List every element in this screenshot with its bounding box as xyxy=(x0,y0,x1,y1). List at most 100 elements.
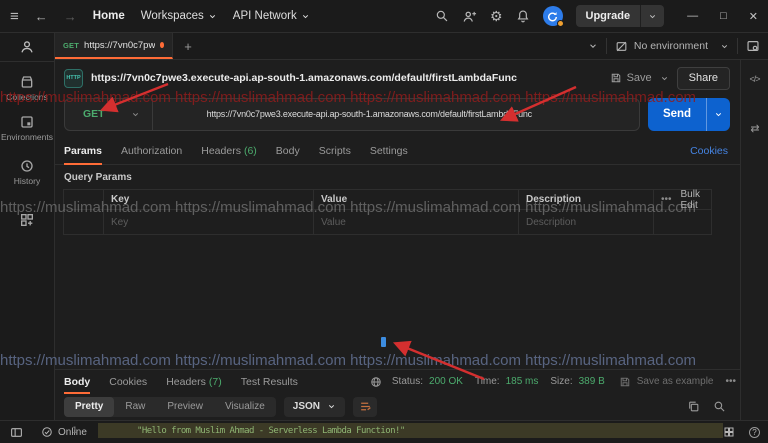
right-context-rail: </> ⇄ xyxy=(740,60,768,420)
cookies-link[interactable]: Cookies xyxy=(690,138,728,164)
response-tab-test-results[interactable]: Test Results xyxy=(241,370,298,393)
request-title[interactable]: https://7vn0c7pwe3.execute-api.ap-south-… xyxy=(91,72,517,84)
size-label: Size: xyxy=(550,376,572,387)
share-button[interactable]: Share xyxy=(677,67,730,90)
time-value[interactable]: 185 ms xyxy=(506,376,539,387)
search-response-icon[interactable] xyxy=(713,400,726,413)
window-close-button[interactable]: ✕ xyxy=(749,10,758,23)
toggle-sidebar-icon[interactable] xyxy=(10,426,23,439)
response-options-icon[interactable]: ••• xyxy=(725,376,736,387)
key-input[interactable]: Key xyxy=(104,210,314,234)
open-request-tab[interactable]: GET https://7vn0c7pwe3.ex xyxy=(55,33,173,59)
status-label: Status: xyxy=(392,376,423,387)
person-icon xyxy=(19,39,35,55)
collections-icon xyxy=(19,74,35,90)
upgrade-dropdown[interactable] xyxy=(640,5,664,27)
save-example-icon xyxy=(619,376,631,388)
value-input[interactable]: Value xyxy=(314,210,519,234)
check-circle-icon xyxy=(41,426,53,438)
profile-avatar[interactable] xyxy=(0,33,54,61)
view-preview[interactable]: Preview xyxy=(156,397,214,417)
description-input[interactable]: Description xyxy=(519,210,654,234)
upgrade-button[interactable]: Upgrade xyxy=(576,5,665,27)
settings-gear-icon[interactable]: ⚙ xyxy=(490,9,503,23)
no-environment-icon xyxy=(615,40,628,53)
code-snippet-icon[interactable]: </> xyxy=(749,74,759,84)
request-tabs: Params Authorization Headers (6) Body Sc… xyxy=(55,138,740,165)
sidebar-item-collections[interactable]: Collections xyxy=(6,74,48,102)
tab-authorization[interactable]: Authorization xyxy=(121,138,182,164)
row-select-cell[interactable] xyxy=(64,210,104,234)
save-button[interactable]: Save xyxy=(610,72,669,84)
response-json-string: "Hello from Muslim Ahmad - Serverless La… xyxy=(137,426,405,436)
chevron-down-icon xyxy=(301,12,310,21)
sync-status-dot xyxy=(557,20,564,27)
account-sync-logo[interactable] xyxy=(543,6,563,26)
response-headers-count: (7) xyxy=(209,376,222,388)
api-network-menu[interactable]: API Network xyxy=(233,10,310,22)
sidebar-more-panes[interactable] xyxy=(19,212,35,228)
beautify-button[interactable] xyxy=(353,397,377,417)
sidebar-item-history[interactable]: History xyxy=(14,158,40,186)
help-icon[interactable]: ? xyxy=(749,427,760,438)
send-button[interactable]: Send xyxy=(648,98,730,131)
method-selector[interactable]: GET xyxy=(65,99,153,130)
back-icon[interactable]: ← xyxy=(35,10,48,23)
view-pretty[interactable]: Pretty xyxy=(64,397,114,417)
tab-scripts[interactable]: Scripts xyxy=(319,138,351,164)
view-raw[interactable]: Raw xyxy=(114,397,156,417)
tab-settings[interactable]: Settings xyxy=(370,138,408,164)
table-header-row: Key Value Description ••• Bulk Edit xyxy=(64,190,711,210)
forward-icon[interactable]: → xyxy=(64,10,77,23)
left-sidebar: Collections Environments History xyxy=(0,33,55,420)
environments-icon xyxy=(19,114,35,130)
response-tab-cookies[interactable]: Cookies xyxy=(109,370,147,393)
send-options-dropdown[interactable] xyxy=(706,98,730,131)
postman-window: ≡ ← → Home Workspaces API Network ⚙ xyxy=(0,0,768,443)
status-badge[interactable]: 200 OK xyxy=(429,376,463,387)
search-icon[interactable] xyxy=(435,9,449,23)
tab-title: https://7vn0c7pwe3.ex xyxy=(84,40,155,51)
grid-plus-icon xyxy=(19,212,35,228)
save-floppy-icon xyxy=(610,72,622,84)
tab-body[interactable]: Body xyxy=(276,138,300,164)
save-as-example-button[interactable]: Save as example xyxy=(637,376,714,387)
notifications-bell-icon[interactable] xyxy=(516,9,530,23)
size-value[interactable]: 389 B xyxy=(579,376,605,387)
chevron-down-icon xyxy=(208,12,217,21)
invite-user-icon[interactable] xyxy=(462,9,477,24)
environment-quick-look-icon[interactable] xyxy=(746,39,760,53)
url-input[interactable]: https://7vn0c7pwe3.execute-api.ap-south-… xyxy=(153,109,532,119)
tab-overflow-chevron-icon[interactable] xyxy=(588,41,598,51)
tab-params[interactable]: Params xyxy=(64,138,102,164)
request-panel: HTTP https://7vn0c7pwe3.execute-api.ap-s… xyxy=(55,60,740,420)
view-visualize[interactable]: Visualize xyxy=(214,397,276,417)
sidebar-item-environments[interactable]: Environments xyxy=(1,114,53,142)
column-options-icon[interactable]: ••• xyxy=(661,194,672,205)
table-row: Key Value Description xyxy=(64,210,711,234)
tab-method-badge: GET xyxy=(63,41,79,50)
home-link[interactable]: Home xyxy=(93,10,125,22)
chevron-down-icon[interactable] xyxy=(660,74,669,83)
menu-icon[interactable]: ≡ xyxy=(10,9,19,24)
copy-icon[interactable] xyxy=(687,400,700,413)
network-globe-icon[interactable] xyxy=(370,376,382,388)
row-select-cell[interactable] xyxy=(64,190,104,209)
workspaces-menu[interactable]: Workspaces xyxy=(141,10,217,22)
collapse-expand-icon[interactable]: ⇄ xyxy=(750,122,758,135)
highlighted-line[interactable]: "Hello from Muslim Ahmad - Serverless La… xyxy=(98,423,723,438)
response-tab-headers[interactable]: Headers (7) xyxy=(166,370,222,393)
bulk-edit-button[interactable]: Bulk Edit xyxy=(681,189,704,211)
window-maximize-button[interactable]: □ xyxy=(720,10,727,22)
tab-headers[interactable]: Headers (6) xyxy=(201,138,257,164)
window-minimize-button[interactable]: — xyxy=(687,10,698,22)
request-tab-bar: GET https://7vn0c7pwe3.ex + No environme… xyxy=(55,33,768,60)
response-tab-body[interactable]: Body xyxy=(64,370,90,393)
column-key: Key xyxy=(104,190,314,209)
text-cursor-marker xyxy=(381,337,386,347)
line-number: 1 xyxy=(55,426,98,436)
new-tab-button[interactable]: + xyxy=(173,33,203,59)
beautify-icon xyxy=(359,400,372,413)
environment-selector[interactable]: No environment xyxy=(615,40,729,53)
format-selector[interactable]: JSON xyxy=(284,397,345,417)
